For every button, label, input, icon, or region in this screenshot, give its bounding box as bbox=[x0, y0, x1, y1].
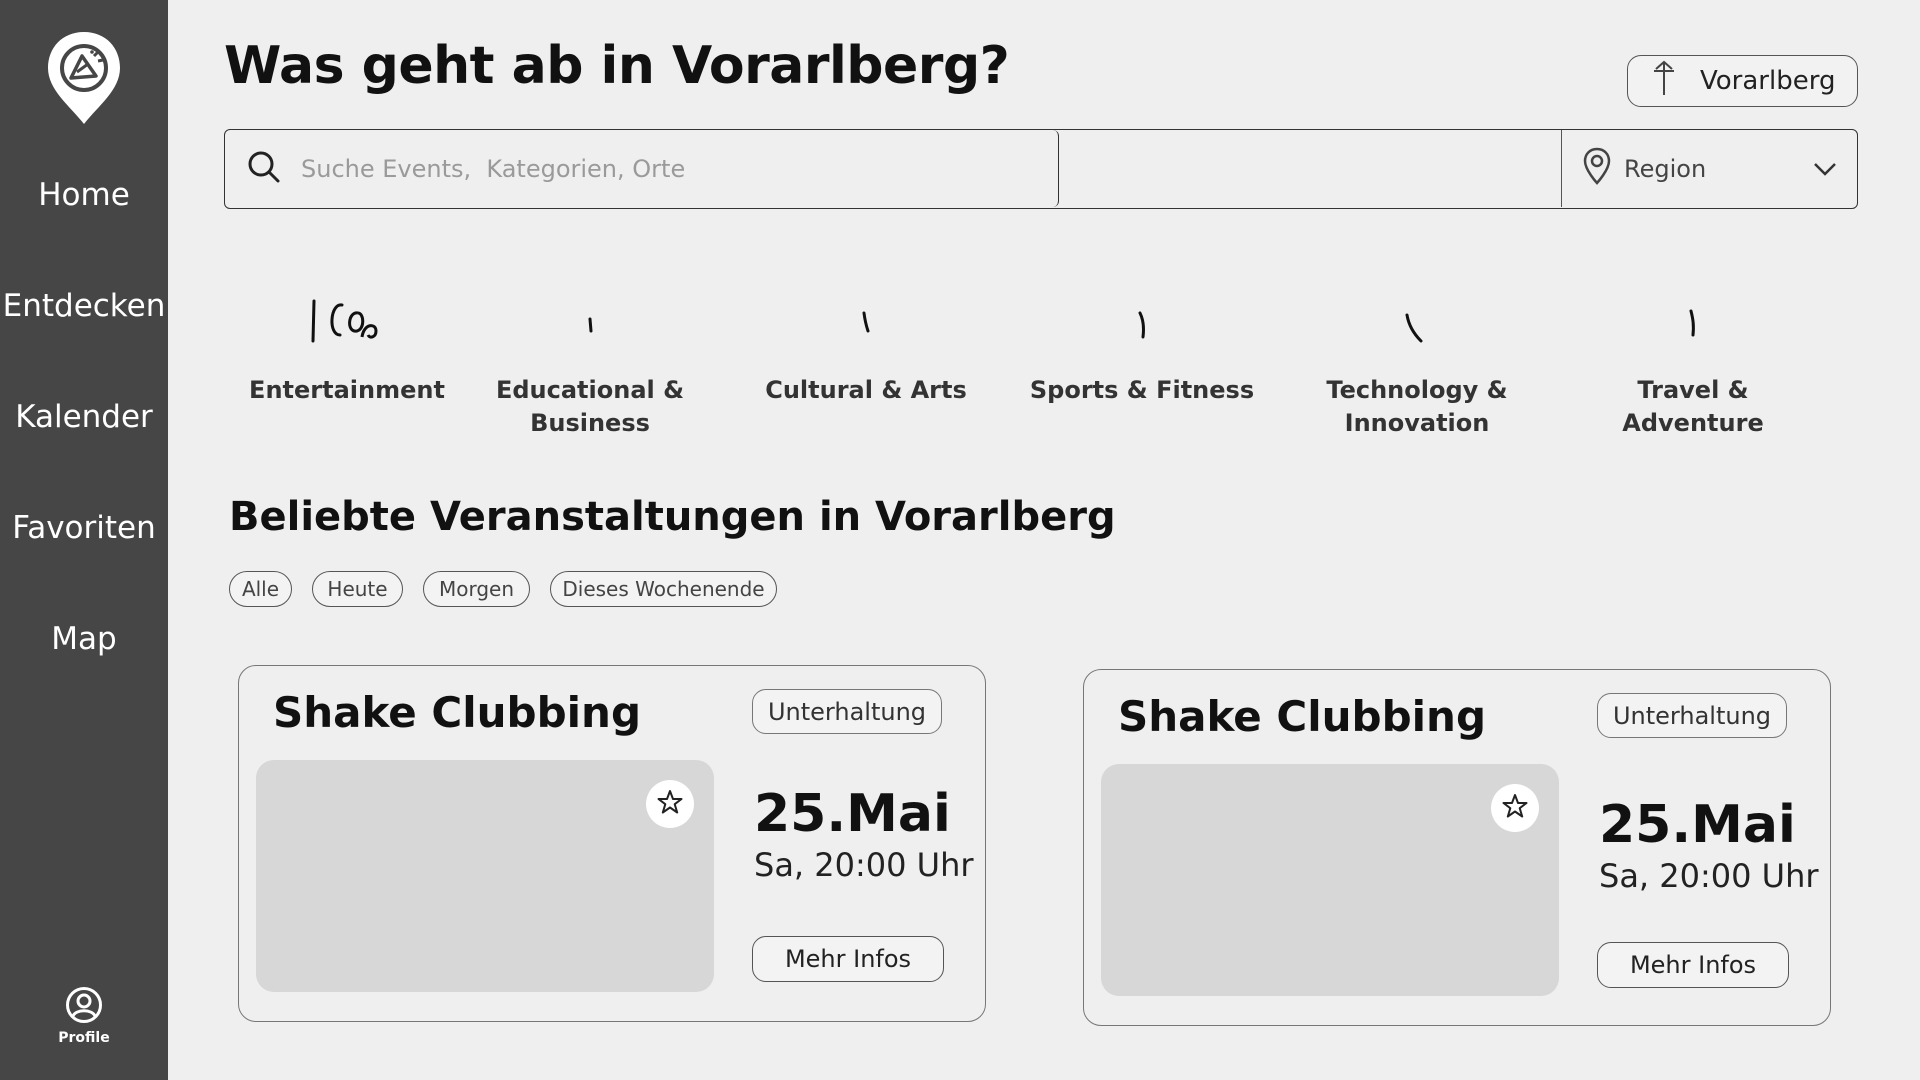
region-chip-button[interactable]: Vorarlberg bbox=[1627, 55, 1858, 107]
filter-dieses-wochenende[interactable]: Dieses Wochenende bbox=[550, 571, 777, 607]
sidebar: Home Entdecken Kalender Favoriten Map Pr… bbox=[0, 0, 168, 1080]
event-category-tag: Unterhaltung bbox=[752, 689, 942, 734]
category-travel-adventure[interactable]: Travel & Adventure bbox=[1573, 278, 1813, 440]
event-date: 25.Mai bbox=[754, 784, 951, 844]
event-time: Sa, 20:00 Uhr bbox=[1599, 857, 1819, 895]
search-field[interactable] bbox=[225, 130, 1059, 207]
travel-sketch-icon bbox=[1573, 278, 1813, 358]
event-image-placeholder bbox=[1101, 764, 1559, 996]
entertainment-sketch-icon bbox=[227, 278, 467, 358]
profile-label: Profile bbox=[58, 1030, 110, 1046]
search-icon bbox=[247, 150, 281, 188]
filter-alle[interactable]: Alle bbox=[229, 571, 292, 607]
event-title: Shake Clubbing bbox=[1118, 692, 1487, 741]
category-technology-innovation[interactable]: Technology & Innovation bbox=[1297, 278, 1537, 440]
educational-sketch-icon bbox=[470, 278, 710, 358]
more-info-button[interactable]: Mehr Infos bbox=[752, 936, 944, 982]
star-icon bbox=[656, 788, 684, 820]
user-circle-icon bbox=[65, 987, 103, 1028]
cultural-sketch-icon bbox=[746, 278, 986, 358]
sidebar-item-favoriten[interactable]: Favoriten bbox=[0, 510, 168, 546]
category-label: Entertainment bbox=[249, 376, 445, 404]
sidebar-item-home[interactable]: Home bbox=[0, 177, 168, 213]
favorite-button[interactable] bbox=[1491, 784, 1539, 832]
event-category-tag: Unterhaltung bbox=[1597, 693, 1787, 738]
more-info-button[interactable]: Mehr Infos bbox=[1597, 942, 1789, 988]
region-select-label: Region bbox=[1624, 154, 1707, 183]
search-input[interactable] bbox=[301, 154, 1041, 183]
sidebar-item-entdecken[interactable]: Entdecken bbox=[0, 288, 168, 324]
event-card[interactable]: Shake Clubbing Unterhaltung 25.Mai Sa, 2… bbox=[1083, 669, 1831, 1026]
star-icon bbox=[1501, 792, 1529, 824]
event-image-placeholder bbox=[256, 760, 714, 992]
event-card[interactable]: Shake Clubbing Unterhaltung 25.Mai Sa, 2… bbox=[238, 665, 986, 1022]
filter-morgen[interactable]: Morgen bbox=[423, 571, 530, 607]
region-select[interactable]: Region bbox=[1561, 130, 1857, 207]
event-title: Shake Clubbing bbox=[273, 688, 642, 737]
event-date: 25.Mai bbox=[1599, 795, 1796, 855]
profile-button[interactable]: Profile bbox=[0, 986, 168, 1046]
category-label: Technology & Innovation bbox=[1326, 376, 1508, 437]
category-sports-fitness[interactable]: Sports & Fitness bbox=[1022, 278, 1262, 407]
technology-sketch-icon bbox=[1297, 278, 1537, 358]
region-chip-label: Vorarlberg bbox=[1700, 66, 1836, 96]
event-time: Sa, 20:00 Uhr bbox=[754, 846, 974, 884]
sidebar-item-kalender[interactable]: Kalender bbox=[0, 399, 168, 435]
category-cultural-arts[interactable]: Cultural & Arts bbox=[746, 278, 986, 407]
app-logo-icon[interactable] bbox=[44, 28, 124, 128]
category-educational-business[interactable]: Educational & Business bbox=[470, 278, 710, 440]
arrow-up-icon bbox=[1652, 59, 1676, 104]
category-label: Cultural & Arts bbox=[765, 376, 967, 404]
category-entertainment[interactable]: Entertainment bbox=[227, 278, 467, 407]
search-secondary-field[interactable] bbox=[1061, 130, 1561, 207]
section-title: Beliebte Veranstaltungen in Vorarlberg bbox=[229, 494, 1116, 540]
search-bar: Region bbox=[224, 129, 1858, 209]
category-label: Travel & Adventure bbox=[1622, 376, 1764, 437]
sports-sketch-icon bbox=[1022, 278, 1262, 358]
sidebar-item-map[interactable]: Map bbox=[0, 621, 168, 657]
location-pin-icon bbox=[1582, 146, 1612, 192]
chevron-down-icon bbox=[1813, 155, 1837, 183]
category-label: Educational & Business bbox=[495, 376, 685, 437]
favorite-button[interactable] bbox=[646, 780, 694, 828]
filter-heute[interactable]: Heute bbox=[312, 571, 403, 607]
page-title: Was geht ab in Vorarlberg? bbox=[224, 36, 1010, 96]
category-label: Sports & Fitness bbox=[1029, 376, 1255, 404]
